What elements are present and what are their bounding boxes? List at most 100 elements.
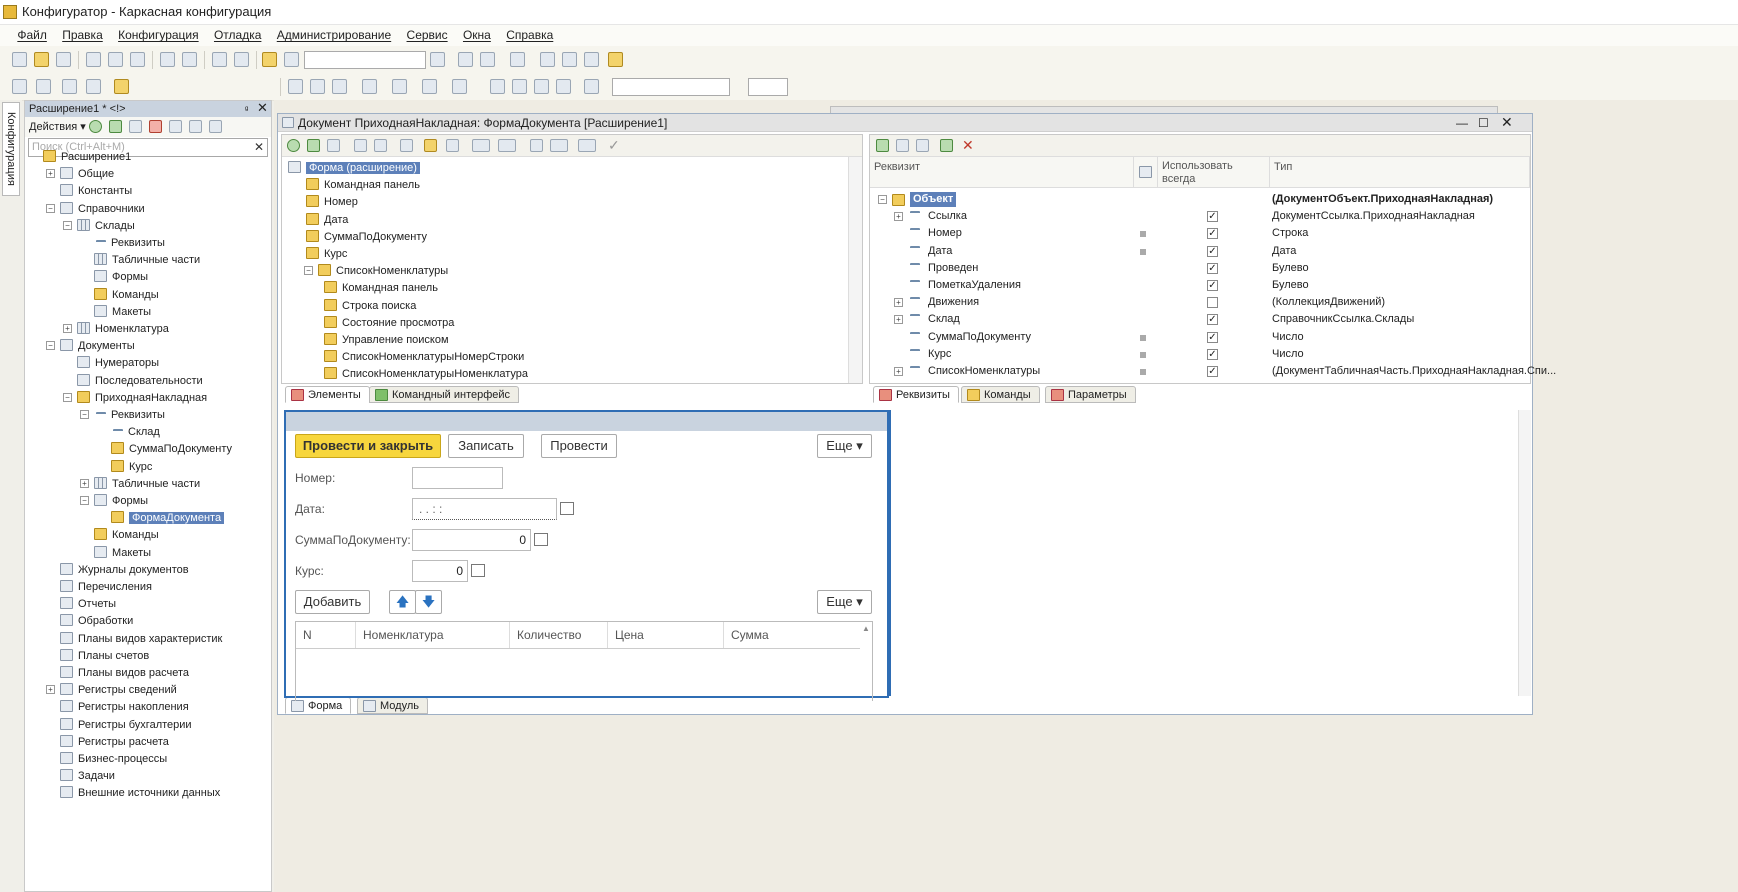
tree-item[interactable]: − ПриходнаяНакладная [63,389,207,407]
element-item[interactable]: Командная панель [306,176,420,194]
sum-input[interactable]: 0 [412,529,531,551]
elements-scrollbar[interactable] [848,157,862,383]
italic-icon[interactable] [310,79,325,94]
calculator-icon[interactable] [534,533,548,546]
info-icon[interactable] [608,52,623,67]
col-n[interactable]: N [296,622,356,648]
collapse-icon[interactable]: − [878,195,887,204]
menu-debug[interactable]: Отладка [208,25,267,45]
menu-administration[interactable]: Администрирование [271,25,397,45]
use-always-checkbox[interactable]: ✓ [1207,331,1218,343]
delete-attribute-icon[interactable]: ✕ [962,137,974,154]
use-always-checkbox[interactable] [1207,297,1218,309]
preview-splitter[interactable] [889,410,891,696]
run-debug-icon[interactable] [114,79,129,94]
attribute-row[interactable]: − Объект (ДокументОбъект.ПриходнаяНакладна… [870,191,1530,208]
tab-parameters[interactable]: Параметры [1045,386,1136,403]
tree-item[interactable]: Последовательности [77,372,203,390]
find-folder-icon[interactable] [262,52,277,67]
tree-item[interactable]: Курс [111,458,152,476]
tree-item[interactable]: Планы видов характеристик [60,630,222,648]
reference-icon[interactable] [584,52,599,67]
minimize-icon[interactable]: — [1456,114,1468,132]
element-item[interactable]: СписокНоменклатурыНоменклатура [324,365,528,383]
expand-icon[interactable]: + [894,315,903,325]
use-always-checkbox[interactable]: ✓ [1207,280,1218,291]
expand-icon[interactable]: + [46,685,55,695]
close-icon[interactable]: ✕ [257,100,268,116]
tree-item[interactable]: Планы счетов [60,647,149,665]
new-icon[interactable] [12,52,27,67]
use-always-checkbox[interactable]: ✓ [1207,228,1218,240]
tree-item[interactable]: + Регистры сведений [46,681,177,699]
fill-color-icon[interactable] [392,79,407,94]
calendar-icon[interactable] [560,502,574,515]
use-always-checkbox[interactable]: ✓ [1207,348,1218,360]
menu-file[interactable]: Файл [11,25,53,45]
expand-icon[interactable]: + [894,298,903,308]
collapse-icon[interactable]: − [46,203,55,213]
menu-service[interactable]: Сервис [401,25,454,45]
pin-icon[interactable]: ᵍ [245,101,248,117]
fit-icon[interactable] [550,139,568,152]
col-header-type[interactable]: Тип [1270,157,1530,188]
tree-item[interactable]: Регистры бухгалтерии [60,716,192,734]
element-item[interactable]: СписокНоменклатурыНомерСтроки [324,348,524,366]
tree-item[interactable]: Планы видов расчета [60,664,189,682]
date-input[interactable]: . . : : [412,498,557,520]
tree-item[interactable]: Реквизиты [94,234,165,252]
collapse-icon[interactable]: − [304,266,313,276]
attribute-row[interactable]: + Движения (КоллекцияДвижений) [870,294,1530,311]
collapse-icon[interactable]: − [80,496,89,505]
element-item[interactable]: Управление поиском [324,331,449,349]
attribute-row[interactable]: СуммаПоДокументу ✓ Число [870,329,1530,346]
tree-item[interactable]: − Справочники [46,200,145,218]
number-input[interactable] [412,467,503,489]
element-item[interactable]: Командная панель [324,279,438,297]
delete-element-icon[interactable] [327,139,340,152]
tree-item[interactable]: Бизнес-процессы [60,750,167,768]
more-button[interactable]: Еще ▾ [817,434,872,458]
more-button-table[interactable]: Еще ▾ [817,590,872,614]
use-always-checkbox[interactable]: ✓ [1207,262,1218,274]
underline-icon[interactable] [332,79,347,94]
font-color-icon[interactable] [422,79,437,94]
undo-icon[interactable] [212,52,227,67]
tree-item[interactable]: ФормаДокумента [111,509,225,527]
collapse-icon[interactable]: − [63,392,72,402]
tree-item[interactable]: Формы [94,268,148,286]
element-item[interactable]: Дата [306,211,348,229]
tree-item[interactable]: Склад [111,423,160,441]
tree-item[interactable]: − Документы [46,337,135,355]
element-item[interactable]: СуммаПоДокументу [306,228,427,246]
filter-icon[interactable] [424,139,437,152]
use-always-checkbox[interactable]: ✓ [1207,245,1218,257]
tree-item[interactable]: + Табличные части [80,475,200,493]
rate-input[interactable]: 0 [412,560,468,582]
element-item[interactable]: Курс [306,245,347,263]
add-column-icon[interactable] [896,139,909,152]
tree-item[interactable]: Обработки [60,612,133,630]
tree-item[interactable]: − Склады [63,217,135,235]
print-icon[interactable] [160,52,175,67]
search-combo[interactable] [304,51,426,69]
sort-icon[interactable] [209,120,222,133]
use-always-checkbox[interactable]: ✓ [1207,314,1218,326]
col-header-attribute[interactable]: Реквизит [870,157,1134,188]
tools-icon[interactable] [540,52,555,67]
move-down-icon[interactable] [189,120,202,133]
edit-attribute-icon[interactable] [940,139,953,152]
tree-item[interactable]: Табличные части [94,251,200,269]
tree-item[interactable]: Перечисления [60,578,152,596]
tree-item[interactable]: Константы [60,182,132,200]
tree-item[interactable]: Расширение1 [43,148,131,166]
add-row-button[interactable]: Добавить [295,590,370,614]
db-update-icon[interactable] [62,79,77,94]
tree-item[interactable]: Команды [94,526,159,544]
col-price[interactable]: Цена [608,622,724,648]
collapse-icon[interactable]: − [63,220,72,230]
group-icon[interactable] [400,139,413,152]
align-center-icon[interactable] [512,79,527,94]
menu-configuration[interactable]: Конфигурация [112,25,205,45]
redo-icon[interactable] [234,52,249,67]
